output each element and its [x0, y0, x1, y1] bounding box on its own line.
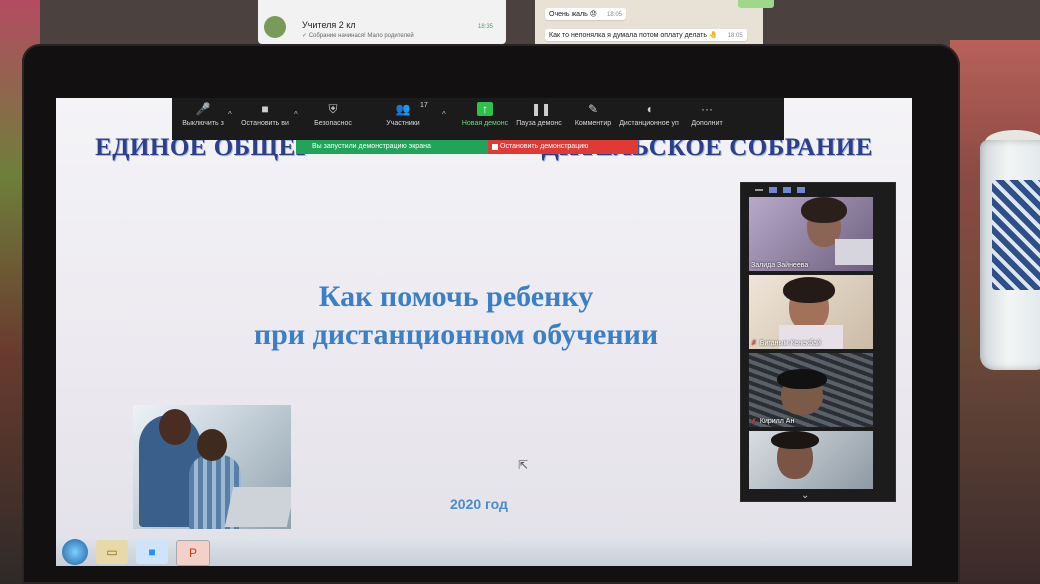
slide-title: Как помочь ребенку при дистанционном обу… [176, 278, 736, 354]
view-speaker-icon[interactable] [783, 187, 791, 193]
windows-taskbar: ▭ ■ P [56, 538, 912, 566]
minimize-icon[interactable] [755, 189, 763, 191]
more-button[interactable]: ··· Дополнит [672, 102, 742, 127]
laptop-screen: ЕДИНОЕ ОБЩЕР ДИТЕЛЬСКОЕ СОБРАНИЕ Как помо… [56, 98, 912, 566]
phone-chat-list: Учителя 2 кл ✓ Собрание начинася! Мало р… [258, 0, 506, 44]
chat-name[interactable]: Учителя 2 кл [302, 20, 356, 30]
participant-tile[interactable]: ✗ Биганым Кенекбай [749, 275, 873, 349]
pause-icon: ❚❚ [531, 102, 552, 116]
mouse-icon: ◖ [645, 102, 653, 116]
zoom-toolbar: 🎤 Выключить з ^ ■ Остановить ви ^ ⛨ Безо… [172, 98, 784, 140]
chat-message: Как то непонялка я думала потом оплату д… [545, 29, 747, 41]
participants-icon: 👥 [395, 102, 411, 116]
container-print [992, 180, 1040, 290]
shield-icon: ⛨ [328, 102, 338, 116]
slide-photo [133, 405, 291, 529]
more-icon: ··· [701, 102, 713, 116]
chevron-up-icon[interactable]: ^ [442, 110, 446, 119]
slide-title-line: Как помочь ребенку [318, 280, 594, 313]
microphone-icon: 🎤 [195, 102, 211, 116]
chat-message: Очень жаль 😞 18:05 [545, 8, 627, 20]
participant-tile[interactable]: Залида Зайнеева [749, 197, 873, 271]
chevron-down-icon[interactable]: ⌄ [801, 490, 809, 501]
muted-mic-icon: ✗ [751, 418, 757, 425]
pencil-icon: ✎ [587, 102, 599, 116]
video-panel: Залида Зайнеева ✗ Биганым Кенекбай ✗ Кирил… [740, 182, 896, 502]
grid-view-icon[interactable] [797, 187, 805, 193]
stop-share-button[interactable]: Остановить демонстрацию [488, 140, 638, 154]
start-icon[interactable] [62, 539, 88, 565]
participant-name: Залида Зайнеева [751, 262, 809, 269]
participant-name: ✗ Кирилл Ан [751, 418, 795, 425]
explorer-icon[interactable]: ▭ [96, 540, 128, 564]
view-strip-icon[interactable] [769, 187, 777, 193]
participant-name: ✗ Биганым Кенекбай [751, 340, 821, 347]
powerpoint-icon[interactable]: P [176, 540, 210, 566]
zoom-icon[interactable]: ■ [136, 540, 168, 564]
slide-year: 2020 год [450, 496, 508, 512]
share-screen-icon: ↑ [477, 102, 493, 116]
participant-tile[interactable] [749, 431, 873, 489]
stop-video-button[interactable]: ■ Остановить ви [230, 102, 300, 127]
muted-mic-icon: ✗ [751, 340, 757, 347]
security-button[interactable]: ⛨ Безопаснос [298, 102, 368, 127]
chat-badge [738, 0, 774, 8]
chat-preview: ✓ Собрание начинася! Мало родителей [302, 33, 414, 39]
chat-time: 18:35 [478, 24, 494, 30]
chat-conversation: Очень жаль 😞 18:05 Как то непонялка я дум… [535, 0, 763, 44]
mouse-cursor-icon: ⇱ [518, 458, 529, 472]
participants-count: 17 [420, 102, 428, 109]
share-notice: Вы запустили демонстрацию экрана [296, 140, 496, 154]
slide-title-line: при дистанционном обучении [253, 318, 659, 351]
chat-avatar [264, 16, 286, 38]
video-camera-icon: ■ [261, 102, 269, 116]
participant-tile[interactable]: ✗ Кирилл Ан [749, 353, 873, 427]
panel-header [741, 183, 895, 197]
wall [0, 0, 1040, 45]
